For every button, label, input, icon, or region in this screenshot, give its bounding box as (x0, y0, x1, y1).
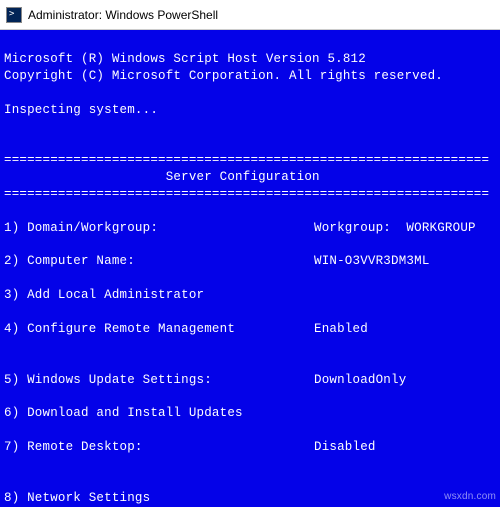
menu-item-5: 5) Windows Update Settings:DownloadOnly (4, 372, 500, 389)
inspecting-line: Inspecting system... (4, 103, 158, 117)
config-title: Server Configuration (4, 170, 320, 184)
menu-label: 8) Network Settings (4, 490, 314, 507)
window-titlebar[interactable]: Administrator: Windows PowerShell (0, 0, 500, 30)
menu-item-1: 1) Domain/Workgroup:Workgroup: WORKGROUP (4, 220, 500, 237)
menu-item-4: 4) Configure Remote ManagementEnabled (4, 321, 500, 338)
menu-label: 1) Domain/Workgroup: (4, 220, 314, 237)
menu-item-2: 2) Computer Name:WIN-O3VVR3DM3ML (4, 253, 500, 270)
divider-top: ========================================… (4, 153, 489, 167)
menu-label: 5) Windows Update Settings: (4, 372, 314, 389)
menu-value: Workgroup: WORKGROUP (314, 220, 476, 237)
watermark-text: wsxdn.com (444, 490, 496, 504)
menu-label: 7) Remote Desktop: (4, 439, 314, 456)
script-host-line: Microsoft (R) Windows Script Host Versio… (4, 52, 366, 66)
menu-value: WIN-O3VVR3DM3ML (314, 253, 430, 270)
powershell-window: Administrator: Windows PowerShell Micros… (0, 0, 500, 507)
menu-item-7: 7) Remote Desktop:Disabled (4, 439, 500, 456)
menu-label: 3) Add Local Administrator (4, 287, 314, 304)
menu-label: 6) Download and Install Updates (4, 405, 314, 422)
menu-value: Disabled (314, 439, 376, 456)
powershell-icon (6, 7, 22, 23)
divider-bottom: ========================================… (4, 187, 489, 201)
menu-item-3: 3) Add Local Administrator (4, 287, 500, 304)
terminal-body[interactable]: Microsoft (R) Windows Script Host Versio… (0, 30, 500, 507)
menu-value: DownloadOnly (314, 372, 406, 389)
menu-label: 4) Configure Remote Management (4, 321, 314, 338)
copyright-line: Copyright (C) Microsoft Corporation. All… (4, 69, 443, 83)
menu-label: 2) Computer Name: (4, 253, 314, 270)
window-title: Administrator: Windows PowerShell (28, 8, 218, 22)
menu-value: Enabled (314, 321, 368, 338)
menu-item-8: 8) Network Settings (4, 490, 500, 507)
menu-item-6: 6) Download and Install Updates (4, 405, 500, 422)
